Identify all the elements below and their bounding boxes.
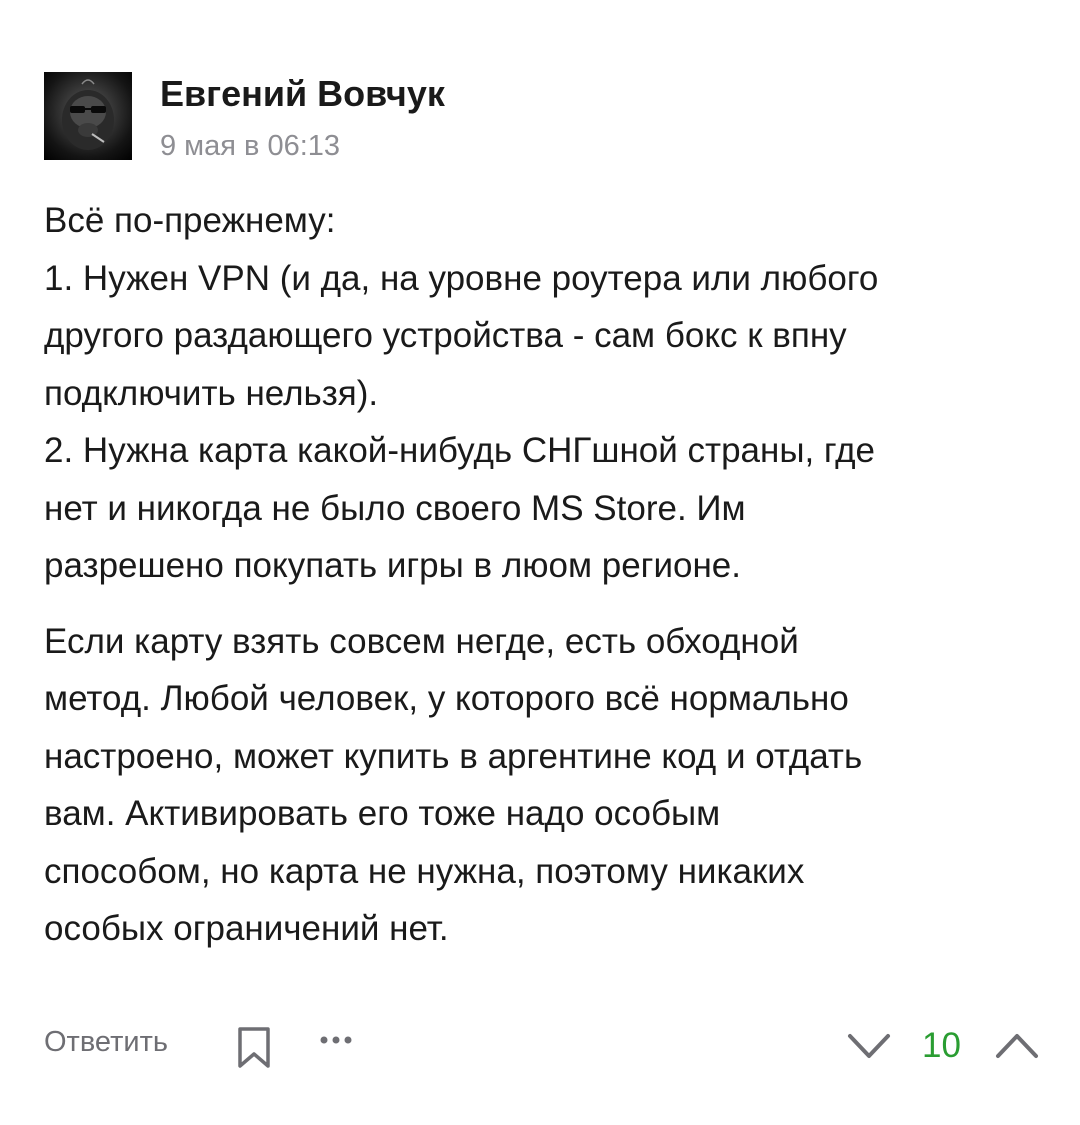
reply-button[interactable]: Ответить [44,1026,168,1059]
text-line: нет и никогда не было своего MS Store. И… [44,488,746,528]
comment-meta: Евгений Вовчук 9 мая в 06:13 [160,72,445,164]
comment-date[interactable]: 9 мая в 06:13 [160,128,445,164]
comment-body: Всё по-прежнему: 1. Нужен VPN (и да, на … [44,192,1044,958]
text-line: разрешено покупать игры в люом регионе. [44,546,741,585]
avatar[interactable] [44,72,132,160]
chevron-down-icon[interactable] [844,1024,894,1068]
rating-score: 10 [922,1026,961,1065]
text-line: другого раздающего устройства - сам бокс… [44,316,847,355]
text-line: Всё по-прежнему: [44,201,336,240]
author-name[interactable]: Евгений Вовчук [160,72,445,116]
comment: Евгений Вовчук 9 мая в 06:13 Всё по-преж… [0,0,1080,1125]
text-line: метод. Любой человек, у которого всё нор… [44,679,849,718]
text-line: 1. Нужен VPN (и да, на уровне роутера ил… [44,258,879,298]
bookmark-icon[interactable] [234,1026,274,1070]
text-line: подключить нельзя). [44,373,379,413]
chevron-up-icon[interactable] [992,1024,1042,1068]
more-icon[interactable] [316,1030,360,1050]
avatar-image [62,79,114,150]
comment-paragraph: Если карту взять совсем негде, есть обхо… [44,613,1044,958]
text-line: способом, но карта не нужна, поэтому ник… [44,851,805,891]
comment-actions: Ответить 10 [44,1018,1044,1074]
comment-paragraph: Всё по-прежнему: 1. Нужен VPN (и да, на … [44,192,1044,595]
text-line: особых ограничений нет. [44,909,449,948]
text-line: 2. Нужна карта какой-нибудь СНГшной стра… [44,431,876,470]
text-line: настроено, может купить в аргентине код … [44,736,863,776]
comment-header: Евгений Вовчук 9 мая в 06:13 [44,72,445,162]
text-line: вам. Активировать его тоже надо особым [44,794,721,833]
text-line: Если карту взять совсем негде, есть обхо… [44,621,799,661]
